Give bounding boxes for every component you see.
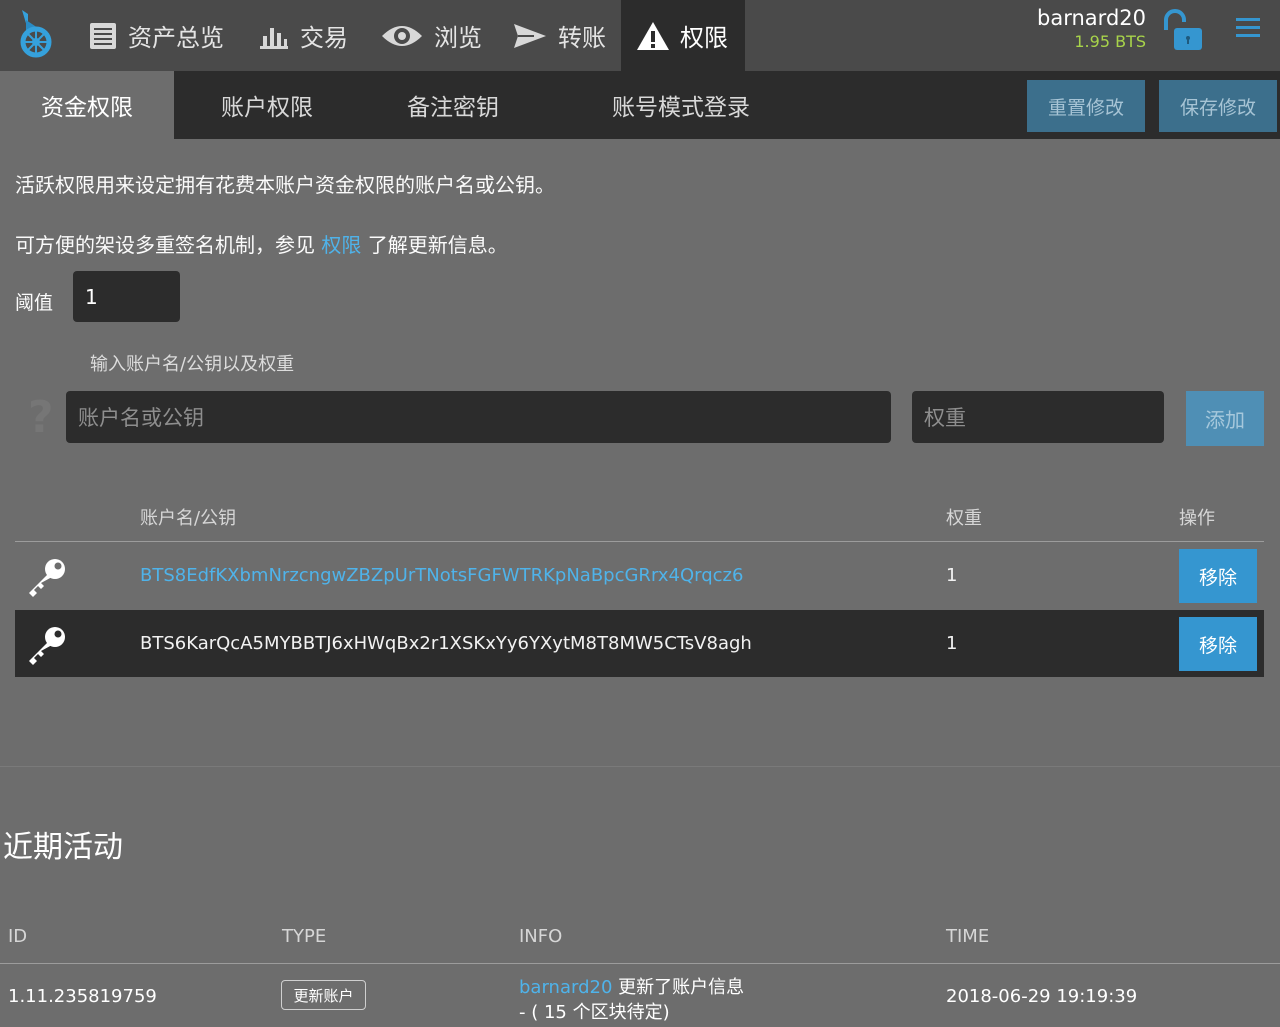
activity-info: barnard20 更新了账户信息 bbox=[519, 973, 744, 999]
nav-transfer-label: 转账 bbox=[558, 24, 606, 52]
activity-header-time: TIME bbox=[946, 926, 990, 947]
top-bar: 资产总览 交易 浏览 转账 权限 barnard20 1.95 BTS bbox=[0, 0, 1280, 71]
row-weight: 1 bbox=[946, 565, 958, 586]
threshold-label: 阈值 bbox=[15, 292, 54, 314]
intro-text-after: 了解更新信息。 bbox=[361, 233, 508, 257]
nav-dashboard[interactable]: 资产总览 bbox=[88, 0, 224, 71]
tab-password-login[interactable]: 账号模式登录 bbox=[546, 71, 816, 139]
eye-icon bbox=[380, 22, 424, 50]
nav-permissions-label: 权限 bbox=[680, 24, 728, 52]
permissions-tab-bar: 资金权限 账户权限 备注密钥 账号模式登录 重置修改 保存修改 bbox=[0, 71, 1280, 139]
activity-account-link[interactable]: barnard20 bbox=[519, 977, 612, 998]
nav-exchange[interactable]: 交易 bbox=[258, 0, 348, 71]
add-authority-label: 输入账户名/公钥以及权重 bbox=[90, 354, 295, 375]
nav-explorer[interactable]: 浏览 bbox=[380, 0, 482, 71]
remove-authority-button[interactable]: 移除 bbox=[1179, 549, 1257, 603]
nav-dashboard-label: 资产总览 bbox=[128, 24, 224, 52]
account-or-key-input[interactable]: 账户名或公钥 bbox=[66, 391, 891, 443]
activity-id[interactable]: 1.11.235819759 bbox=[8, 986, 157, 1007]
key-icon bbox=[25, 555, 69, 603]
table-header-key: 账户名/公钥 bbox=[140, 508, 237, 529]
nav-transfer[interactable]: 转账 bbox=[512, 0, 606, 71]
table-header-action: 操作 bbox=[1179, 508, 1215, 529]
threshold-input[interactable]: 1 bbox=[73, 271, 180, 322]
send-arrow-icon bbox=[512, 22, 548, 50]
tab-owner-permissions[interactable]: 账户权限 bbox=[174, 71, 360, 139]
intro-multisig-text: 可方便的架设多重签名机制，参见 权限 了解更新信息。 bbox=[15, 229, 508, 258]
bar-chart-icon bbox=[258, 22, 290, 50]
activity-time: 2018-06-29 19:19:39 bbox=[946, 986, 1138, 1007]
permissions-help-link[interactable]: 权限 bbox=[321, 233, 361, 257]
account-balance: 1.95 BTS bbox=[1074, 32, 1146, 51]
tab-active-permissions[interactable]: 资金权限 bbox=[0, 71, 174, 139]
activity-info-text: 更新了账户信息 bbox=[612, 977, 745, 998]
public-key-link[interactable]: BTS8EdfKXbmNrzcngwZBZpUrTNotsFGFWTRKpNaB… bbox=[140, 542, 743, 609]
nav-permissions[interactable]: 权限 bbox=[621, 0, 745, 71]
reset-changes-button[interactable]: 重置修改 bbox=[1027, 80, 1145, 132]
tab-memo-key[interactable]: 备注密钥 bbox=[360, 71, 546, 139]
table-header-weight: 权重 bbox=[946, 508, 982, 529]
key-icon bbox=[25, 623, 69, 671]
warning-icon bbox=[636, 21, 670, 51]
nav-explorer-label: 浏览 bbox=[434, 24, 482, 52]
hamburger-menu-icon[interactable] bbox=[1236, 16, 1260, 44]
intro-description: 活跃权限用来设定拥有花费本账户资金权限的账户名或公钥。 bbox=[15, 173, 555, 197]
save-changes-button[interactable]: 保存修改 bbox=[1159, 80, 1277, 132]
row-weight: 1 bbox=[946, 633, 958, 654]
activity-header-info: INFO bbox=[519, 926, 563, 947]
activity-type-badge: 更新账户 bbox=[281, 980, 366, 1010]
table-row: BTS8EdfKXbmNrzcngwZBZpUrTNotsFGFWTRKpNaB… bbox=[15, 542, 1264, 609]
remove-authority-button[interactable]: 移除 bbox=[1179, 617, 1257, 671]
unlock-icon[interactable] bbox=[1160, 8, 1204, 56]
recent-activity-title: 近期活动 bbox=[3, 830, 123, 865]
account-name[interactable]: barnard20 bbox=[1037, 6, 1146, 30]
activity-pending: - ( 15 个区块待定) bbox=[519, 1002, 670, 1023]
account-info[interactable]: barnard20 1.95 BTS bbox=[1037, 6, 1146, 54]
unknown-avatar-icon: ? bbox=[28, 392, 54, 443]
weight-input[interactable]: 权重 bbox=[912, 391, 1164, 443]
nav-exchange-label: 交易 bbox=[300, 24, 348, 52]
activity-header-divider bbox=[0, 963, 1280, 964]
public-key-text: BTS6KarQcA5MYBBTJ6xHWqBx2r1XSKxYy6YXytM8… bbox=[140, 633, 752, 654]
section-divider bbox=[0, 766, 1280, 767]
bitshares-logo-icon[interactable] bbox=[14, 8, 56, 58]
table-row: BTS6KarQcA5MYBBTJ6xHWqBx2r1XSKxYy6YXytM8… bbox=[15, 610, 1264, 677]
activity-header-id: ID bbox=[8, 926, 28, 947]
intro-text-before: 可方便的架设多重签名机制，参见 bbox=[15, 233, 322, 257]
activity-header-type: TYPE bbox=[282, 926, 327, 947]
add-authority-button[interactable]: 添加 bbox=[1186, 391, 1264, 446]
dashboard-list-icon bbox=[88, 21, 118, 51]
